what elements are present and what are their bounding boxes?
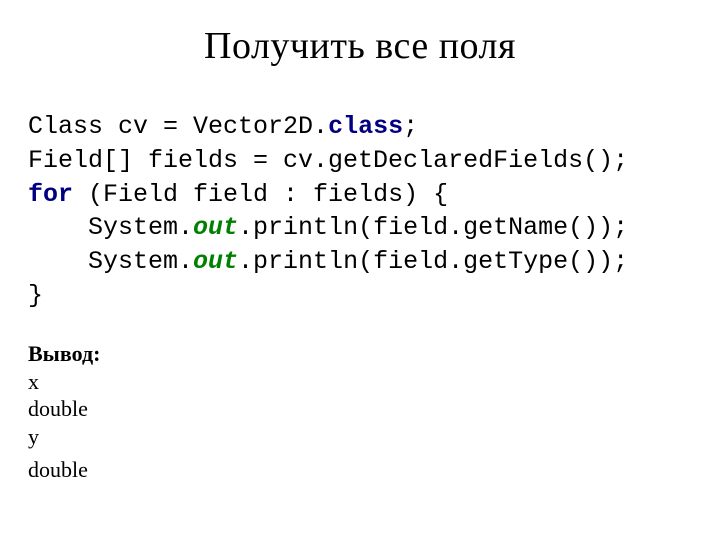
code-text: ; bbox=[403, 112, 418, 141]
keyword-class: class bbox=[328, 112, 403, 141]
code-text: .println(field.getType()); bbox=[238, 247, 628, 276]
output-label: Вывод: bbox=[28, 341, 100, 366]
code-text: .println(field.getName()); bbox=[238, 213, 628, 242]
code-line-6: } bbox=[28, 281, 43, 310]
code-line-3: for (Field field : fields) { bbox=[28, 180, 448, 209]
output-line: y bbox=[28, 424, 39, 449]
keyword-out: out bbox=[193, 247, 238, 276]
code-text: (Field field : fields) { bbox=[73, 180, 448, 209]
slide-title: Получить все поля bbox=[0, 24, 720, 68]
output-block: Вывод: x double y double bbox=[28, 340, 100, 484]
code-line-1: Class cv = Vector2D.class; bbox=[28, 112, 418, 141]
slide: Получить все поля Class cv = Vector2D.cl… bbox=[0, 0, 720, 540]
code-text: Class cv = Vector2D. bbox=[28, 112, 328, 141]
code-line-2: Field[] fields = cv.getDeclaredFields(); bbox=[28, 146, 628, 175]
code-block: Class cv = Vector2D.class; Field[] field… bbox=[28, 110, 628, 313]
code-line-5: System.out.println(field.getType()); bbox=[28, 247, 628, 276]
keyword-for: for bbox=[28, 180, 73, 209]
output-line: double bbox=[28, 396, 88, 421]
code-text: System. bbox=[28, 213, 193, 242]
output-line: double bbox=[28, 456, 100, 484]
code-text: System. bbox=[28, 247, 193, 276]
output-line: x bbox=[28, 369, 39, 394]
keyword-out: out bbox=[193, 213, 238, 242]
code-line-4: System.out.println(field.getName()); bbox=[28, 213, 628, 242]
